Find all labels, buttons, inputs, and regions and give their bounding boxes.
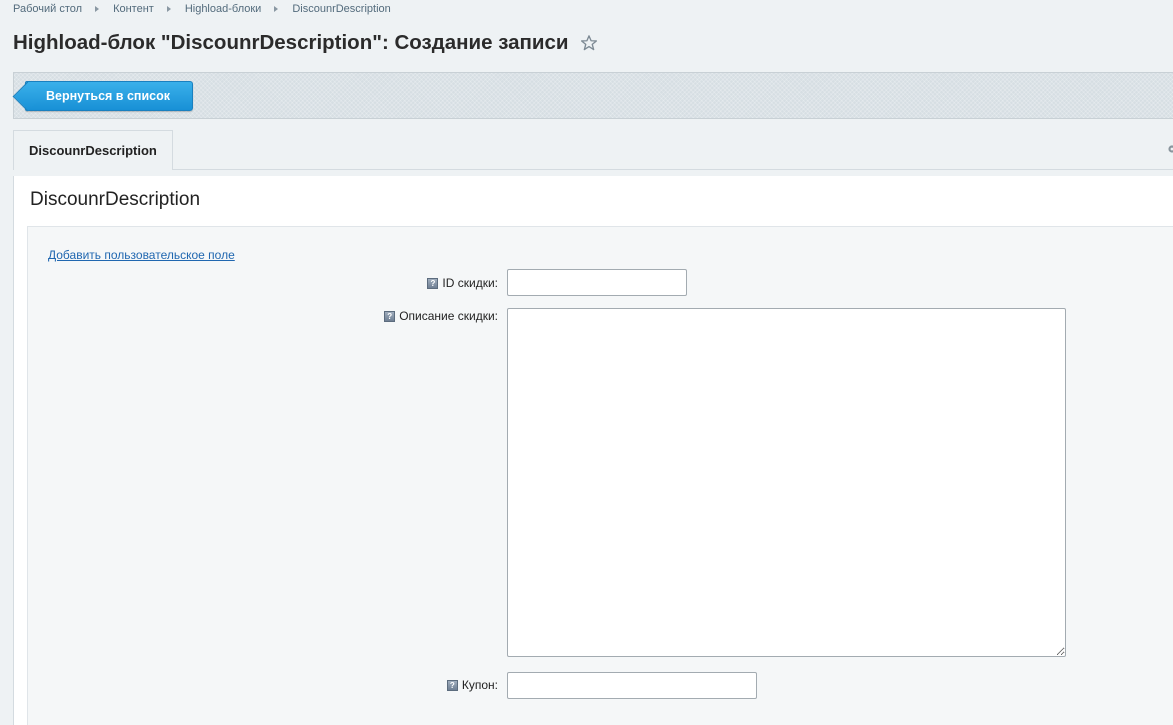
gear-icon[interactable] (1167, 142, 1173, 156)
help-icon[interactable]: ? (427, 277, 439, 289)
discount-id-input[interactable] (507, 269, 687, 296)
tab-strip: DiscounrDescription (13, 130, 1173, 170)
field-label-coupon: ? Купон: (446, 678, 498, 692)
coupon-input[interactable] (507, 672, 757, 699)
chevron-right-icon (166, 6, 171, 12)
chevron-right-icon (274, 6, 279, 12)
coupon-label: Купон: (461, 678, 498, 692)
tab-discounrdescription[interactable]: DiscounrDescription (13, 130, 173, 170)
page-title: Highload-блок "DiscounrDescription": Соз… (13, 31, 569, 54)
tab-label: DiscounrDescription (29, 143, 157, 158)
discount-id-label: ID скидки: (442, 276, 498, 290)
breadcrumb: Рабочий стол Контент Highload-блоки Disc… (13, 3, 391, 15)
help-icon[interactable]: ? (446, 679, 458, 691)
toolbar: Вернуться в список (13, 72, 1173, 119)
chevron-right-icon (95, 6, 100, 12)
add-user-field-link[interactable]: Добавить пользовательское поле (48, 248, 235, 262)
discount-description-textarea[interactable] (507, 308, 1066, 657)
back-to-list-label: Вернуться в список (46, 89, 170, 103)
form-area: Добавить пользовательское поле ? ID скид… (27, 226, 1173, 725)
page-title-row: Highload-блок "DiscounrDescription": Соз… (13, 31, 598, 55)
field-label-discount-id: ? ID скидки: (427, 276, 498, 290)
breadcrumb-item-content[interactable]: Контент (113, 3, 154, 15)
breadcrumb-item-highload-blocks[interactable]: Highload-блоки (185, 3, 262, 15)
field-label-discount-description: ? Описание скидки: (384, 309, 498, 323)
breadcrumb-item-current[interactable]: DiscounrDescription (292, 3, 390, 15)
breadcrumb-item-desktop[interactable]: Рабочий стол (13, 3, 82, 15)
edit-panel: DiscounrDescription Добавить пользовател… (13, 176, 1173, 725)
section-title: DiscounrDescription (30, 189, 201, 210)
back-to-list-button[interactable]: Вернуться в список (25, 81, 193, 111)
star-outline-icon[interactable] (580, 34, 598, 52)
discount-description-label: Описание скидки: (399, 309, 498, 323)
help-icon[interactable]: ? (384, 310, 396, 322)
